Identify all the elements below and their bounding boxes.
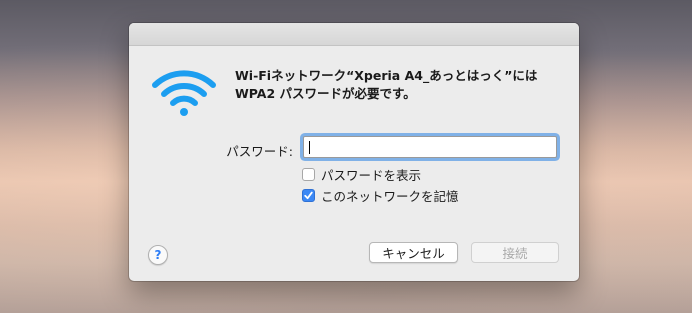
remember-network-label[interactable]: このネットワークを記憶	[321, 186, 459, 205]
wifi-password-dialog: Wi-Fiネットワーク“Xperia A4_あっとはっく”にはWPA2 パスワー…	[129, 23, 579, 281]
connect-button[interactable]: 接続	[471, 242, 559, 263]
wifi-icon	[152, 70, 216, 116]
dialog-message: Wi-Fiネットワーク“Xperia A4_あっとはっく”にはWPA2 パスワー…	[235, 68, 538, 101]
remember-network-checkbox[interactable]	[302, 188, 315, 202]
help-button[interactable]: ?	[148, 245, 168, 265]
remember-network-option[interactable]: このネットワークを記憶	[302, 186, 459, 205]
show-password-option[interactable]: パスワードを表示	[302, 165, 421, 184]
cancel-button[interactable]: キャンセル	[369, 242, 458, 263]
dialog-titlebar[interactable]	[129, 23, 579, 46]
show-password-label[interactable]: パスワードを表示	[321, 165, 421, 184]
password-input[interactable]	[303, 136, 557, 158]
text-caret	[309, 141, 310, 154]
password-label: パスワード:	[226, 144, 293, 159]
checkmark-icon	[304, 191, 313, 199]
show-password-checkbox[interactable]	[302, 167, 315, 181]
